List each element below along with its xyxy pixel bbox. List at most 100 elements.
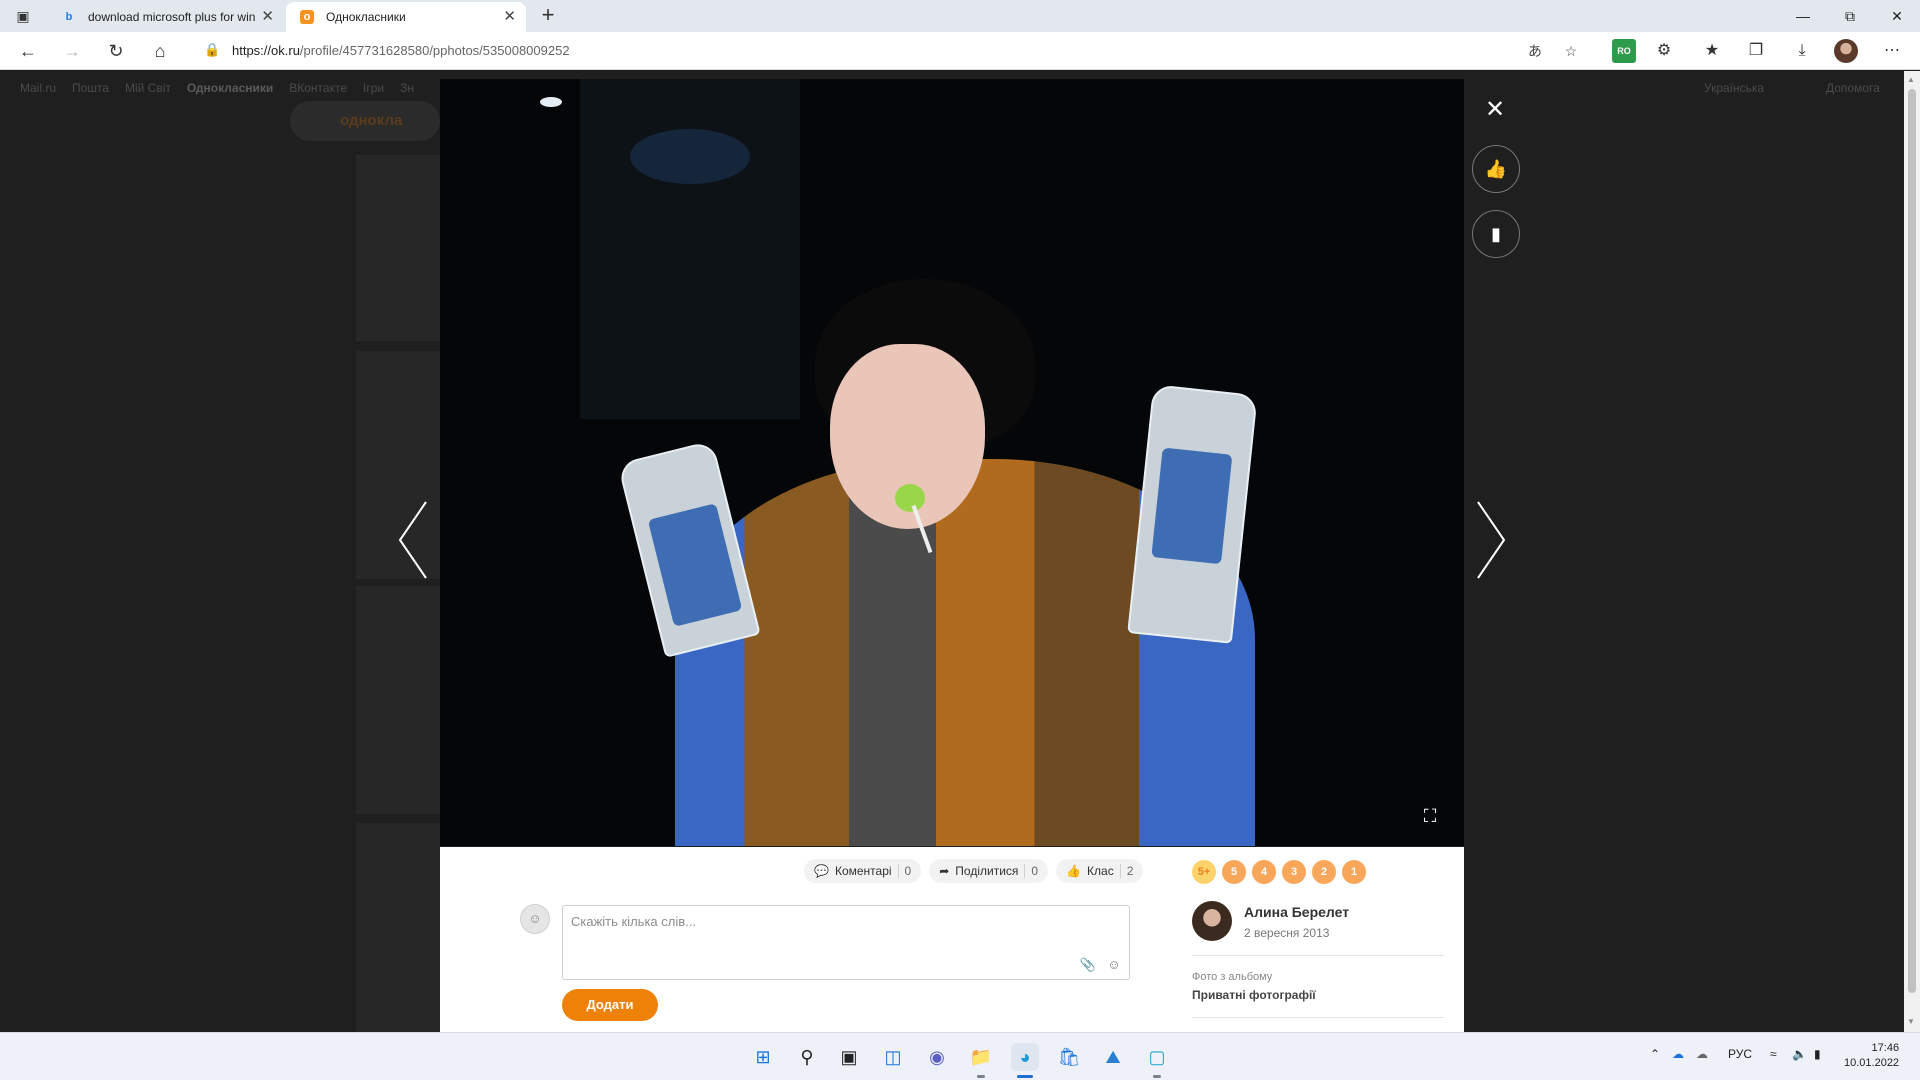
portal-nav: Mail.ru Пошта Мій Світ Однокласники ВКон…: [20, 81, 414, 95]
downloads-icon[interactable]: ⤓: [1790, 39, 1814, 63]
tab-bing-search[interactable]: b download microsoft plus for win ✕: [48, 2, 284, 32]
photo-bottle-label: [647, 503, 743, 627]
author-avatar[interactable]: [1192, 901, 1232, 941]
scroll-up-icon[interactable]: ▲: [1907, 75, 1915, 84]
comment-input[interactable]: Скажіть кілька слів... 📎 ☺: [562, 905, 1130, 980]
close-viewer-icon[interactable]: ✕: [1483, 98, 1507, 122]
page-scrollbar[interactable]: ▲ ▼: [1904, 71, 1920, 1032]
address-toolbar: ← → ↻ ⌂ 🔒 https://ok.ru/profile/45773162…: [0, 32, 1920, 70]
rating-2[interactable]: 2: [1312, 860, 1336, 884]
photos-icon[interactable]: ⛰: [1099, 1043, 1127, 1071]
photo-thumbnail[interactable]: [356, 155, 440, 341]
search-icon[interactable]: ⚲: [793, 1043, 821, 1071]
comments-button[interactable]: 💬 Коментарі 0: [804, 859, 922, 883]
nav-link[interactable]: ВКонтакте: [289, 81, 347, 95]
nav-link[interactable]: Мій Світ: [125, 81, 171, 95]
widgets-icon[interactable]: ◫: [879, 1043, 907, 1071]
battery-icon[interactable]: ▮: [1814, 1047, 1821, 1061]
lock-icon[interactable]: 🔒: [204, 42, 220, 58]
rating-3[interactable]: 3: [1282, 860, 1306, 884]
chat-icon[interactable]: ◉: [923, 1043, 951, 1071]
task-view-icon[interactable]: ▣: [835, 1043, 863, 1071]
help-link[interactable]: Допомога: [1826, 81, 1880, 95]
refresh-icon[interactable]: ↻: [104, 39, 128, 63]
rating-4[interactable]: 4: [1252, 860, 1276, 884]
profile-avatar[interactable]: [1834, 39, 1858, 63]
nav-link[interactable]: Ігри: [363, 81, 384, 95]
minimize-button[interactable]: —: [1780, 4, 1826, 28]
forward-icon[interactable]: →: [60, 39, 84, 63]
extensions-icon[interactable]: ⚙: [1652, 39, 1676, 63]
app-icon[interactable]: ▢: [1143, 1043, 1171, 1071]
divider: [1192, 1017, 1444, 1018]
class-count: 2: [1126, 864, 1134, 878]
input-language[interactable]: РУС: [1728, 1047, 1752, 1061]
tab-actions-icon[interactable]: ▣: [14, 8, 32, 24]
photo-image[interactable]: [440, 79, 1464, 846]
thumbs-up-icon: 👍: [1066, 864, 1082, 878]
close-tab-icon[interactable]: ✕: [261, 2, 274, 32]
url-host: https://ok.ru: [232, 43, 300, 58]
file-explorer-icon[interactable]: 📁: [967, 1043, 995, 1071]
ro-extension-icon[interactable]: RO: [1612, 39, 1636, 63]
photo-street-lamp: [540, 97, 562, 107]
scroll-down-icon[interactable]: ▼: [1907, 1017, 1915, 1026]
close-tab-icon[interactable]: ✕: [503, 2, 516, 32]
emoji-icon[interactable]: ☺: [1105, 956, 1123, 974]
url-text[interactable]: https://ok.ru/profile/457731628580/pphot…: [232, 36, 570, 66]
separator: [1119, 864, 1121, 878]
like-button[interactable]: 👍: [1472, 145, 1520, 193]
nav-link[interactable]: Зн: [400, 81, 414, 95]
rating-1[interactable]: 1: [1342, 860, 1366, 884]
photo-background-sign: [630, 129, 750, 184]
address-field[interactable]: 🔒 https://ok.ru/profile/457731628580/pph…: [186, 36, 1584, 66]
scrollbar-thumb[interactable]: [1908, 89, 1916, 993]
restore-button[interactable]: ⧉: [1827, 4, 1873, 28]
more-menu-icon[interactable]: ⋯: [1880, 39, 1904, 63]
share-button[interactable]: ➦ Поділитися 0: [929, 859, 1049, 883]
photo-thumbnail[interactable]: [356, 823, 440, 1032]
photo-actions: 💬 Коментарі 0 ➦ Поділитися 0 👍 Клас 2: [804, 859, 1144, 883]
rating-5[interactable]: 5: [1222, 860, 1246, 884]
close-window-button[interactable]: ✕: [1874, 4, 1920, 28]
author-name[interactable]: Алина Берелет: [1244, 904, 1349, 920]
nav-link[interactable]: Mail.ru: [20, 81, 56, 95]
start-icon[interactable]: ⊞: [749, 1043, 777, 1071]
store-icon[interactable]: 🛍: [1055, 1043, 1083, 1071]
rating-5-plus[interactable]: 5+: [1192, 860, 1216, 884]
nav-link[interactable]: Пошта: [72, 81, 109, 95]
album-link[interactable]: Приватні фотографії: [1192, 988, 1316, 1002]
back-icon[interactable]: ←: [16, 39, 40, 63]
translate-icon[interactable]: あ: [1524, 40, 1546, 62]
language-selector[interactable]: Українська: [1704, 81, 1764, 95]
tab-bar: ▣ b download microsoft plus for win ✕ о …: [0, 0, 1920, 32]
home-icon[interactable]: ⌂: [148, 39, 172, 63]
photo-thumbnail[interactable]: [356, 586, 440, 814]
class-button[interactable]: 👍 Клас 2: [1056, 859, 1144, 883]
collections-icon[interactable]: ❐: [1744, 39, 1768, 63]
tray-overflow-icon[interactable]: ⌃: [1650, 1047, 1660, 1061]
nav-link[interactable]: Однокласники: [187, 81, 273, 95]
fullscreen-icon[interactable]: ⛶: [1418, 804, 1442, 828]
cloud-icon[interactable]: ☁: [1696, 1047, 1708, 1061]
onedrive-icon[interactable]: ☁: [1672, 1047, 1684, 1061]
divider: [1192, 955, 1444, 956]
ok-logo[interactable]: однокла: [290, 101, 440, 141]
wifi-icon[interactable]: ≈: [1770, 1047, 1777, 1061]
edge-browser-icon[interactable]: ◕: [1011, 1043, 1039, 1071]
next-photo-button[interactable]: [1468, 500, 1508, 580]
clock-date: 10.01.2022: [1844, 1057, 1900, 1069]
previous-photo-button[interactable]: [396, 500, 436, 580]
clock[interactable]: 17:46 10.01.2022: [1844, 1041, 1899, 1071]
favorites-icon[interactable]: ★: [1700, 39, 1724, 63]
tab-odnoklassniki[interactable]: о Однокласники ✕: [286, 2, 526, 32]
add-favorite-icon[interactable]: ☆: [1560, 40, 1582, 62]
bookmark-button[interactable]: ▮: [1472, 210, 1520, 258]
new-tab-button[interactable]: +: [536, 4, 560, 28]
add-comment-button[interactable]: Додати: [562, 989, 658, 1021]
attach-icon[interactable]: 📎: [1079, 956, 1097, 974]
bookmark-icon: ▮: [1491, 224, 1501, 244]
user-avatar-icon: ☺: [520, 904, 550, 934]
volume-icon[interactable]: 🔈: [1792, 1047, 1807, 1061]
taskbar: ⊞ ⚲ ▣ ◫ ◉ 📁 ◕ 🛍 ⛰ ▢ ⌃ ☁ ☁ РУС ≈ 🔈 ▮ 17:4…: [0, 1032, 1920, 1080]
